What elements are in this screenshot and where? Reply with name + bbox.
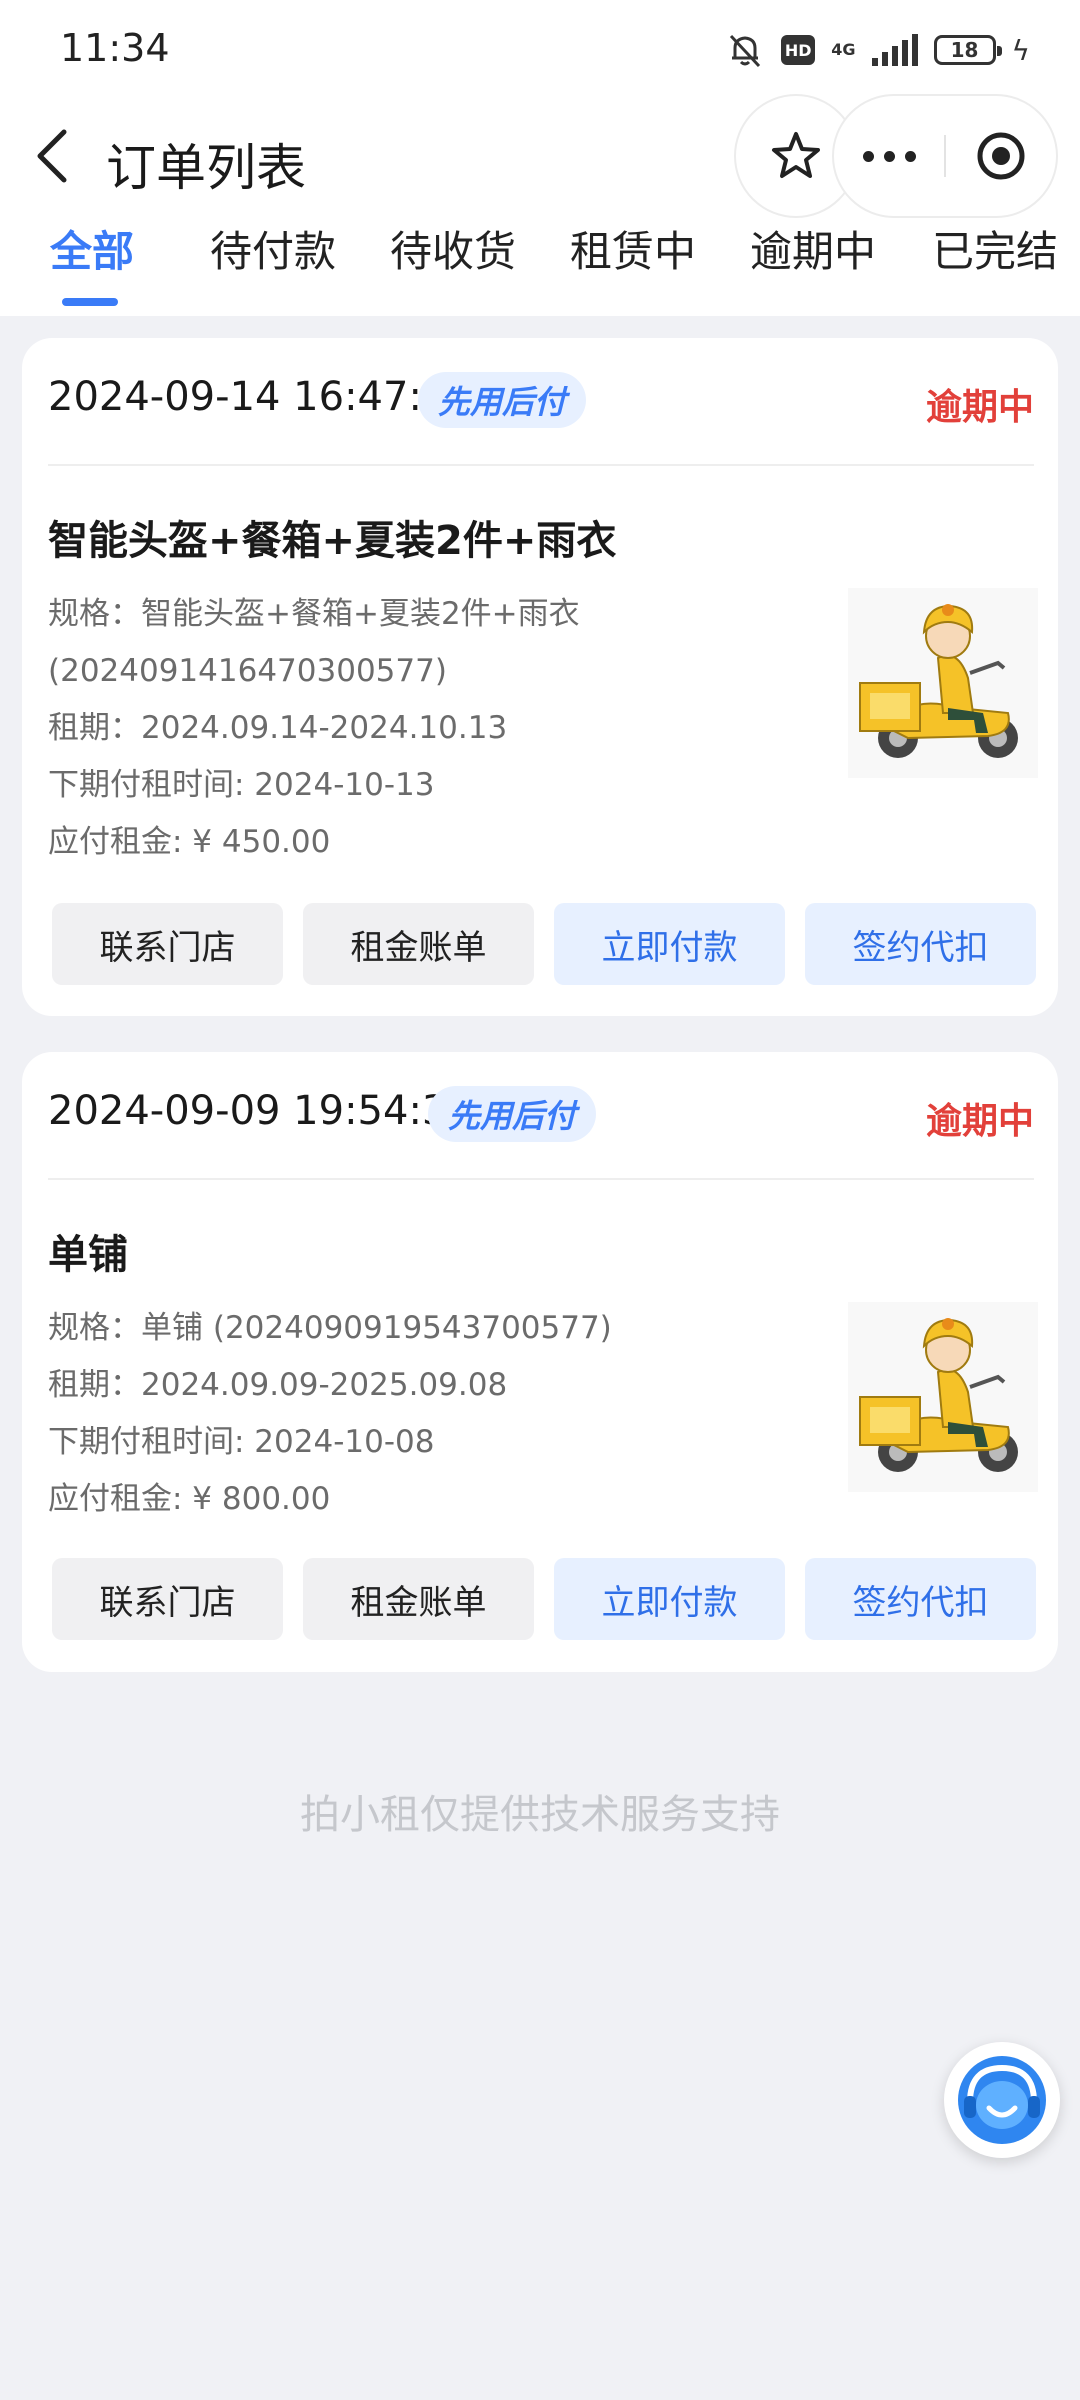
charging-icon: ϟ (1011, 33, 1030, 67)
capsule-menu (832, 94, 1058, 218)
sign-auto-debit-button[interactable]: 签约代扣 (805, 903, 1036, 985)
more-icon[interactable] (834, 150, 944, 162)
order-datetime: 2024-09-09 19:54:37 (48, 1088, 473, 1134)
order-actions: 联系门店 租金账单 立即付款 签约代扣 (52, 903, 1036, 985)
customer-service-button[interactable] (944, 2042, 1060, 2158)
tab-all[interactable]: 全部 (50, 218, 134, 279)
tab-completed[interactable]: 已完结 (932, 218, 1058, 279)
page-title: 订单列表 (106, 139, 306, 197)
network-type: 4G (831, 40, 856, 59)
status-bar: 11:34 HD 4G 18 ϟ (0, 0, 1080, 100)
contact-store-button[interactable]: 联系门店 (52, 903, 283, 985)
signal-icon (871, 34, 918, 66)
order-tabs: 全部 待付款 待收货 租赁中 逾期中 已完结 (0, 212, 1080, 316)
next-payment-date: 下期付租时间: 2024-10-13 (48, 767, 435, 803)
payment-badge: 先用后付 (418, 372, 587, 428)
spec-text: 规格：智能头盔+餐箱+夏装2件+雨衣 (48, 596, 580, 632)
rent-bill-button[interactable]: 租金账单 (303, 903, 534, 985)
order-actions: 联系门店 租金账单 立即付款 签约代扣 (52, 1558, 1036, 1640)
card-divider (48, 464, 1034, 466)
tab-pending-receipt[interactable]: 待收货 (390, 218, 516, 279)
rental-period: 租期：2024.09.14-2024.10.13 (48, 710, 508, 746)
customer-service-icon (958, 2056, 1046, 2144)
rent-due: 应付租金: ¥ 800.00 (48, 1481, 331, 1517)
bell-muted-icon (730, 34, 761, 68)
order-card[interactable]: 2024-09-09 19:54:37 先用后付 逾期中 单铺 规格：单铺 (2… (22, 1052, 1058, 1672)
rental-period: 租期：2024.09.09-2025.09.08 (48, 1367, 508, 1403)
pay-now-button[interactable]: 立即付款 (554, 1558, 785, 1640)
sign-auto-debit-button[interactable]: 签约代扣 (805, 1558, 1036, 1640)
active-tab-indicator (62, 298, 118, 306)
pay-now-button[interactable]: 立即付款 (554, 903, 785, 985)
scooter-rider-image (848, 1302, 1038, 1492)
tab-renting[interactable]: 租赁中 (570, 218, 696, 279)
order-status: 逾期中 (925, 1101, 1034, 1142)
next-payment-date: 下期付租时间: 2024-10-08 (48, 1424, 435, 1460)
rent-due: 应付租金: ¥ 450.00 (48, 824, 331, 860)
footer-disclaimer: 拍小租仅提供技术服务支持 (300, 1792, 780, 1838)
tab-overdue[interactable]: 逾期中 (750, 218, 876, 279)
target-icon (977, 132, 1025, 180)
tab-pending-payment[interactable]: 待付款 (210, 218, 336, 279)
product-name: 智能头盔+餐箱+夏装2件+雨衣 (48, 518, 617, 564)
order-datetime: 2024-09-14 16:47:03 (48, 374, 473, 420)
back-arrow-icon[interactable] (30, 126, 74, 186)
rent-bill-button[interactable]: 租金账单 (303, 1558, 534, 1640)
order-status: 逾期中 (925, 387, 1034, 428)
contact-store-button[interactable]: 联系门店 (52, 1558, 283, 1640)
payment-badge: 先用后付 (428, 1086, 597, 1142)
close-miniprogram-button[interactable] (946, 130, 1056, 182)
order-card[interactable]: 2024-09-14 16:47:03 先用后付 逾期中 智能头盔+餐箱+夏装2… (22, 338, 1058, 1016)
order-info: 规格：单铺 (2024090919543700577) 租期：2024.09.0… (48, 1300, 612, 1528)
nav-bar: 订单列表 (0, 94, 1080, 218)
top-area: 11:34 HD 4G 18 ϟ 订单列表 全部 待付款 待收货 租赁中 逾期中… (0, 0, 1080, 316)
product-name: 单铺 (48, 1232, 128, 1278)
card-divider (48, 1178, 1034, 1180)
status-time: 11:34 (60, 26, 170, 70)
order-info: 规格：智能头盔+餐箱+夏装2件+雨衣 (2024091416470300577)… (48, 586, 580, 871)
spec-text: 规格：单铺 (2024090919543700577) (48, 1310, 612, 1346)
star-icon (772, 132, 820, 178)
scooter-rider-image (848, 588, 1038, 778)
battery-icon: 18 (933, 35, 1002, 65)
hd-icon: HD (781, 35, 816, 65)
order-number: (2024091416470300577) (48, 653, 447, 689)
status-icons: HD 4G 18 ϟ (725, 28, 1030, 72)
